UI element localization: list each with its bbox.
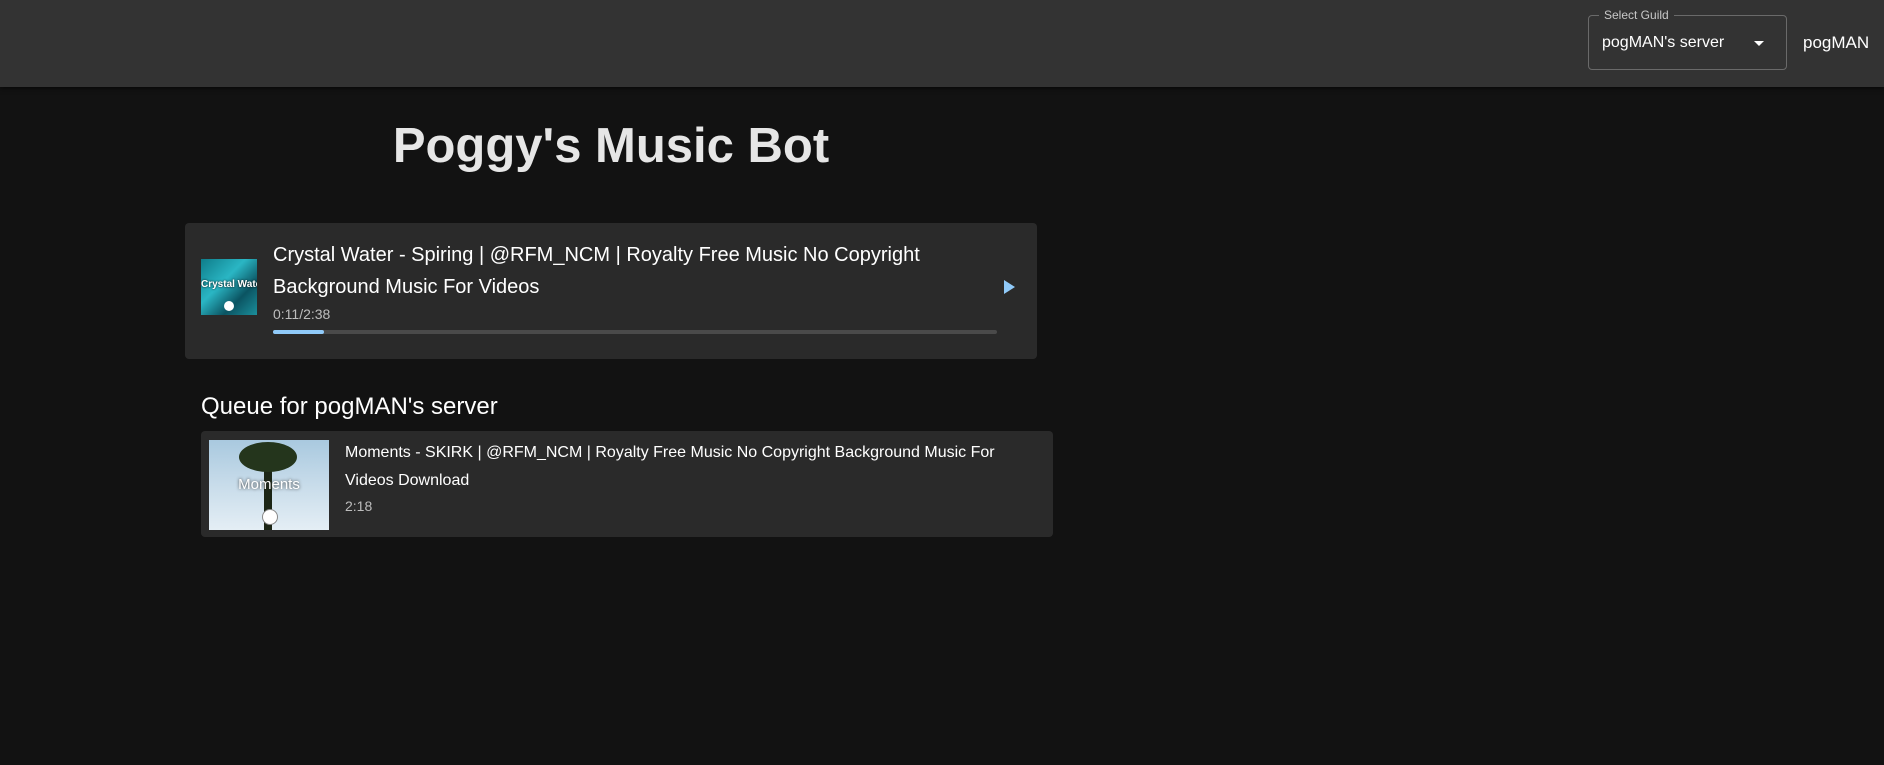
app-bar: Select Guild pogMAN's server pogMAN	[0, 0, 1884, 87]
palm-crown-image	[239, 442, 297, 472]
queue-item-thumbnail: Moments	[209, 440, 329, 530]
queue-item[interactable]: Moments Moments - SKIRK | @RFM_NCM | Roy…	[201, 431, 1053, 537]
guild-select-label: Select Guild	[1599, 8, 1674, 22]
now-playing-title: Crystal Water - Spiring | @RFM_NCM | Roy…	[273, 244, 920, 298]
ncm-logo-icon	[262, 509, 278, 525]
dropdown-caret-icon	[1754, 41, 1764, 46]
play-icon[interactable]	[1004, 280, 1015, 294]
queue-heading: Queue for pogMAN's server	[201, 393, 498, 420]
playback-progress-fill	[273, 330, 324, 334]
queue-item-title: Moments - SKIRK | @RFM_NCM | Royalty Fre…	[345, 444, 995, 489]
guild-select-value: pogMAN's server	[1602, 34, 1725, 51]
playback-progress-bar[interactable]	[273, 330, 997, 334]
queue-item-duration: 2:18	[345, 498, 373, 514]
ncm-logo-icon	[224, 301, 234, 311]
now-playing-time: 0:11/2:38	[273, 306, 331, 322]
guild-select[interactable]: Select Guild pogMAN's server	[1588, 8, 1787, 70]
now-playing-thumbnail-text: Crystal Water	[201, 279, 257, 290]
username[interactable]: pogMAN	[1803, 33, 1869, 53]
now-playing-card: Crystal Water Crystal Water - Spiring | …	[185, 223, 1037, 359]
queue-item-thumbnail-text: Moments	[238, 476, 300, 493]
now-playing-thumbnail: Crystal Water	[201, 259, 257, 315]
page-title: Poggy's Music Bot	[392, 119, 830, 173]
